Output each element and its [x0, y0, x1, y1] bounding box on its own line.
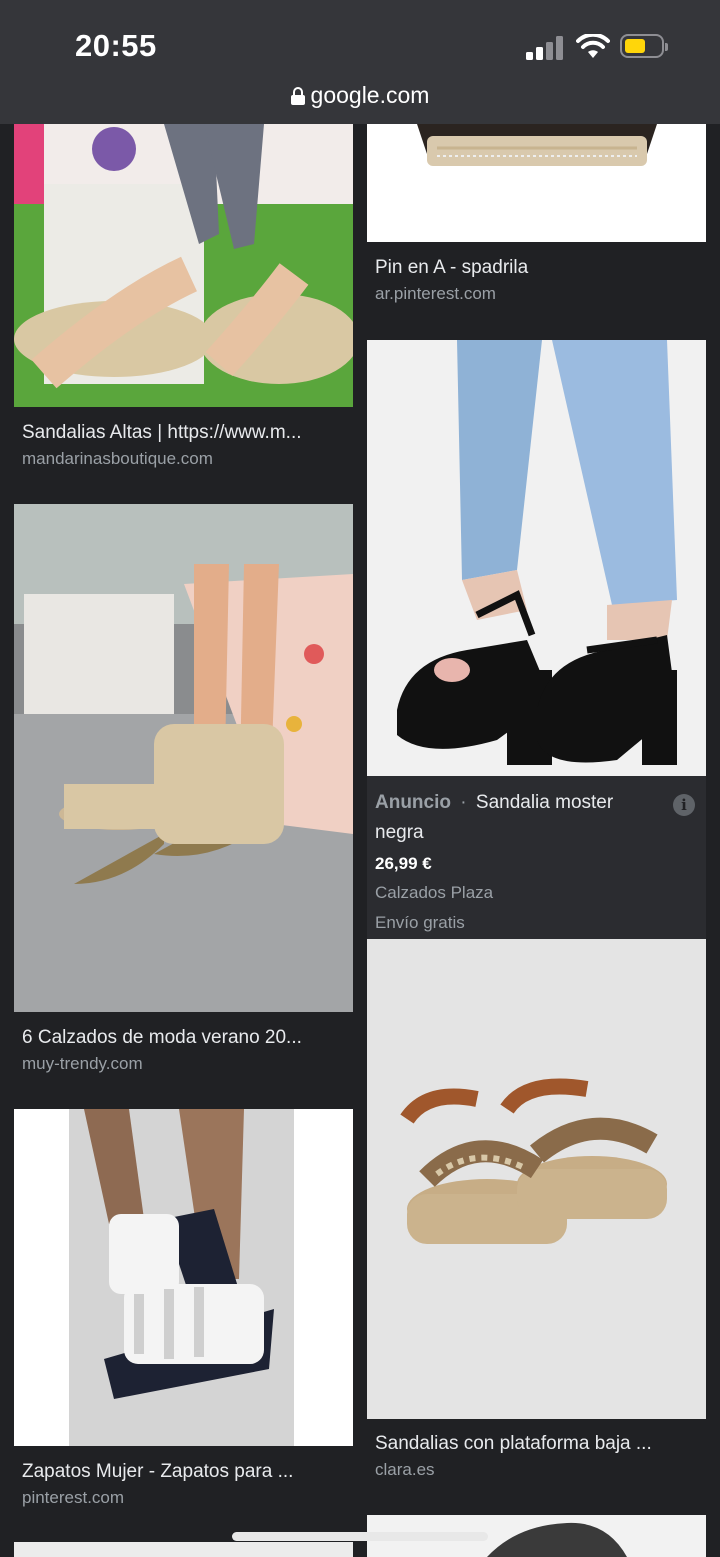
- address-bar[interactable]: google.com: [0, 82, 720, 109]
- result-thumbnail-partial[interactable]: [14, 1542, 353, 1557]
- url-text: google.com: [310, 82, 430, 108]
- ad-title-line2[interactable]: negra: [375, 822, 424, 844]
- home-indicator[interactable]: [232, 1532, 488, 1541]
- result-card[interactable]: Pin en A - spadrila ar.pinterest.com: [367, 124, 706, 320]
- result-title[interactable]: Zapatos Mujer - Zapatos para ...: [22, 1461, 347, 1483]
- result-source[interactable]: clara.es: [375, 1460, 435, 1480]
- info-icon[interactable]: i: [673, 794, 695, 816]
- ad-price: 26,99 €: [375, 854, 432, 873]
- result-title[interactable]: Sandalias Altas | https://www.m...: [22, 422, 347, 444]
- status-bar: 20:55 google.com: [0, 0, 720, 124]
- cellular-signal-icon: [526, 36, 563, 60]
- ad-label: Anuncio: [375, 792, 451, 813]
- battery-icon: [620, 34, 668, 58]
- result-source[interactable]: pinterest.com: [22, 1488, 124, 1508]
- result-title[interactable]: 6 Calzados de moda verano 20...: [22, 1027, 347, 1049]
- result-thumbnail[interactable]: [367, 939, 706, 1419]
- result-thumbnail[interactable]: [367, 124, 706, 242]
- ad-title[interactable]: Sandalia moster: [476, 792, 613, 813]
- result-thumbnail[interactable]: [14, 504, 353, 1012]
- ad-card[interactable]: Anuncio · Sandalia moster i negra 26,99 …: [367, 340, 706, 939]
- result-card[interactable]: Sandalias con plataforma baja ... clara.…: [367, 939, 706, 1499]
- result-source[interactable]: ar.pinterest.com: [375, 284, 496, 304]
- ad-details: Anuncio · Sandalia moster i negra 26,99 …: [367, 776, 706, 939]
- result-card[interactable]: 6 Calzados de moda verano 20... muy-tren…: [14, 504, 353, 1089]
- lock-icon: [290, 87, 305, 105]
- result-thumbnail[interactable]: [14, 124, 353, 407]
- status-time: 20:55: [75, 28, 157, 63]
- ad-thumbnail[interactable]: [367, 340, 706, 776]
- result-title[interactable]: Pin en A - spadrila: [375, 257, 700, 279]
- result-card[interactable]: Sandalias Altas | https://www.m... manda…: [14, 124, 353, 484]
- result-source[interactable]: mandarinasboutique.com: [22, 449, 213, 469]
- wifi-icon: [576, 34, 610, 58]
- ad-merchant: Calzados Plaza: [375, 883, 494, 902]
- ad-separator: ·: [460, 792, 467, 813]
- result-source[interactable]: muy-trendy.com: [22, 1054, 143, 1074]
- result-thumbnail[interactable]: [14, 1109, 353, 1446]
- result-title[interactable]: Sandalias con plataforma baja ...: [375, 1433, 700, 1455]
- ad-shipping: Envío gratis: [375, 913, 465, 932]
- result-card[interactable]: Zapatos Mujer - Zapatos para ... pintere…: [14, 1109, 353, 1521]
